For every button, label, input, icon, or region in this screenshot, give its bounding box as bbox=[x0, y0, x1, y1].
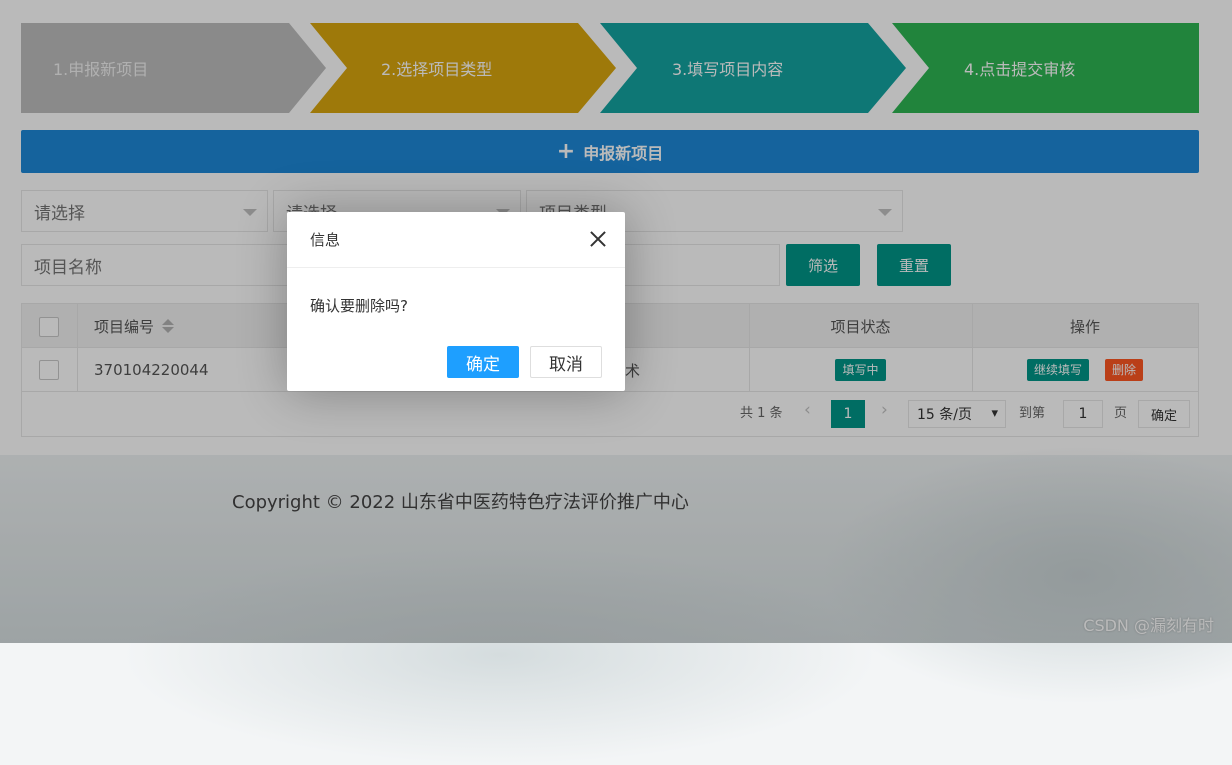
dialog-title: 信息 bbox=[310, 231, 341, 249]
dialog-confirm-button[interactable]: 确定 bbox=[447, 346, 519, 378]
dialog-confirm-label: 确定 bbox=[466, 354, 500, 375]
dialog-message: 确认要删除吗? bbox=[310, 297, 408, 315]
confirm-dialog: 信息 确认要删除吗? 确定 取消 bbox=[287, 212, 625, 391]
dialog-cancel-label: 取消 bbox=[549, 354, 583, 375]
dialog-cancel-button[interactable]: 取消 bbox=[530, 346, 602, 378]
close-icon[interactable] bbox=[589, 230, 607, 248]
dialog-header: 信息 bbox=[287, 212, 625, 268]
page: 1.申报新项目 2.选择项目类型 3.填写项目内容 4.点击提交审核 + 申报新… bbox=[0, 0, 1232, 765]
